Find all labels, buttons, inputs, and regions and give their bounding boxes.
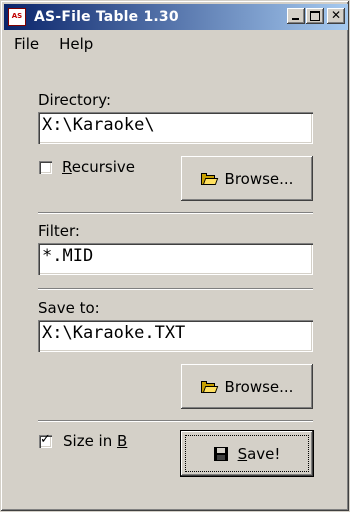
menu-help[interactable]: Help (49, 32, 103, 54)
directory-label: Directory: (38, 91, 112, 109)
browse-save-button[interactable]: Browse... (181, 364, 313, 409)
close-icon: ✕ (330, 8, 342, 22)
folder-icon (200, 380, 218, 393)
browse-directory-button[interactable]: Browse... (181, 156, 313, 201)
minimize-icon (292, 18, 299, 20)
filter-input[interactable] (42, 246, 313, 266)
size-in-b-label-main: Size in (63, 432, 118, 450)
recursive-label-rest: ecursive (71, 158, 135, 176)
menu-file[interactable]: File (4, 32, 49, 54)
filter-field[interactable] (38, 243, 313, 275)
separator-2 (38, 288, 313, 290)
focus-rect (185, 435, 309, 472)
filter-label: Filter: (38, 222, 80, 240)
maximize-icon (310, 11, 320, 21)
save-to-input[interactable] (42, 323, 313, 343)
folder-icon (200, 172, 218, 185)
main-window: AS AS-File Table 1.30 ✕ File Help Direct… (0, 0, 350, 512)
window-title: AS-File Table 1.30 (34, 9, 179, 25)
size-in-b-label[interactable]: Size in B (63, 432, 127, 450)
browse-save-label: Browse... (224, 377, 294, 396)
directory-input[interactable] (42, 115, 313, 135)
title-bar-buttons: ✕ (286, 8, 345, 24)
recursive-label[interactable]: Recursive (62, 158, 135, 176)
close-button[interactable]: ✕ (327, 8, 345, 24)
save-button[interactable]: Save! (180, 430, 314, 477)
menu-bar: File Help (4, 32, 103, 54)
size-in-b-checkbox[interactable]: ✓ (39, 432, 52, 448)
minimize-button[interactable] (287, 8, 305, 24)
title-bar[interactable]: AS AS-File Table 1.30 ✕ (4, 4, 348, 30)
checkmark-icon: ✓ (40, 432, 51, 447)
recursive-checkbox[interactable] (39, 161, 52, 174)
separator-3 (38, 420, 313, 422)
browse-directory-label: Browse... (224, 169, 294, 188)
recursive-accel: R (62, 158, 72, 176)
separator-1 (38, 212, 313, 214)
save-to-field[interactable] (38, 320, 313, 352)
directory-field[interactable] (38, 112, 313, 144)
maximize-button[interactable] (306, 8, 324, 24)
floppy-disk-icon (213, 446, 228, 461)
app-icon[interactable]: AS (8, 8, 26, 26)
save-to-label: Save to: (38, 299, 100, 317)
size-in-b-accel: B (117, 432, 128, 450)
